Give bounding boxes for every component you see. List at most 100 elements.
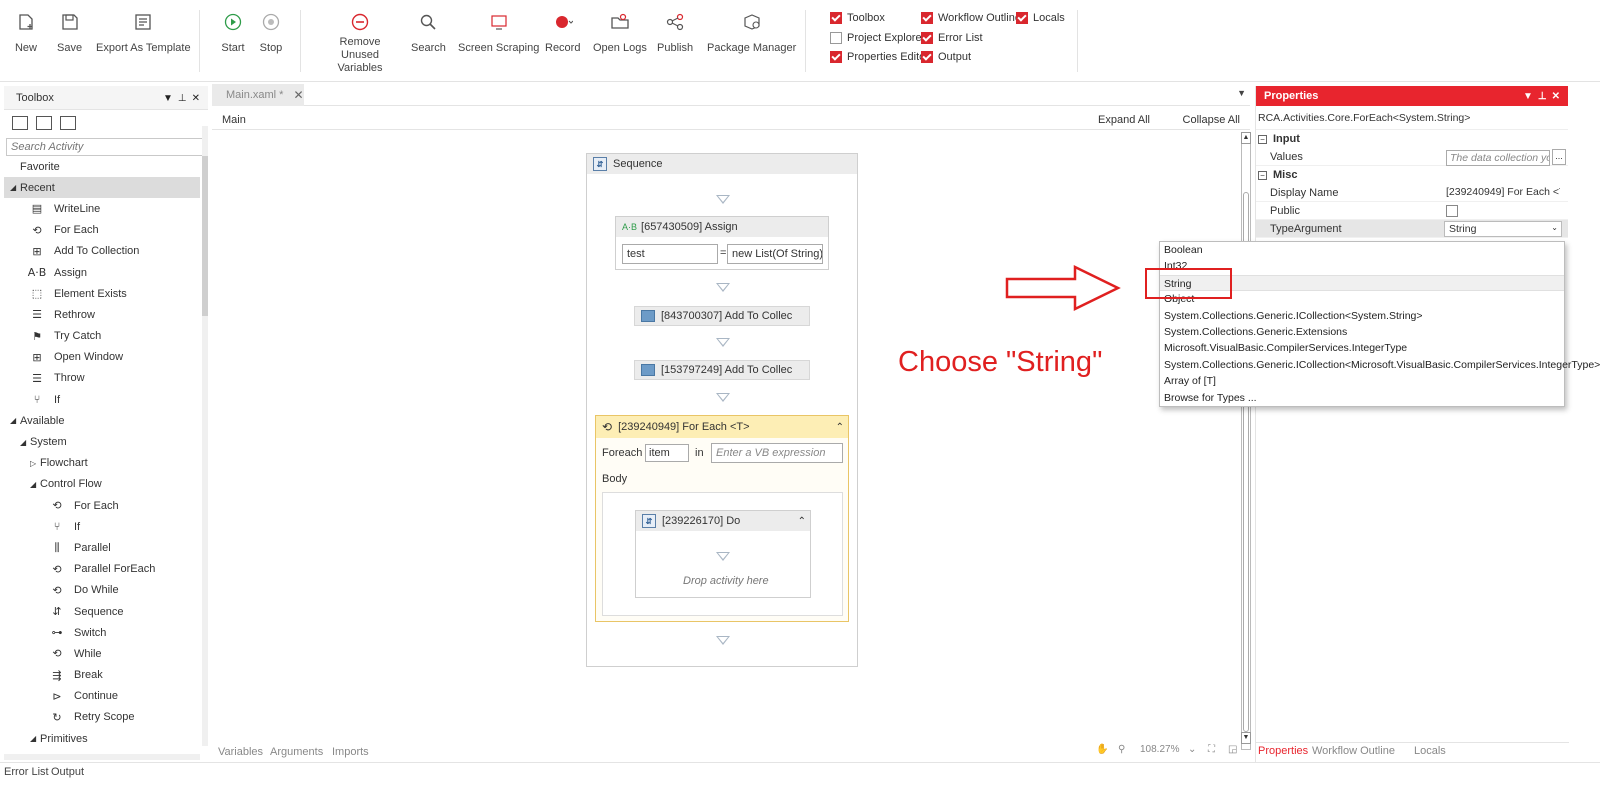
foreach-collection-field[interactable]: Enter a VB expression — [711, 443, 843, 463]
type-option[interactable]: Microsoft.VisualBasic.CompilerServices.I… — [1160, 340, 1564, 356]
toolbox-item[interactable]: ◢ Available — [4, 410, 200, 431]
input-category[interactable]: − Input — [1256, 130, 1568, 148]
zoom-level[interactable]: 108.27% — [1140, 744, 1179, 755]
collapse-all-link[interactable]: Collapse All — [1183, 114, 1240, 126]
type-option[interactable]: Browse for Types ... — [1160, 390, 1564, 406]
dropdown-icon[interactable]: ▼ — [1523, 91, 1533, 102]
toolbox-item[interactable]: ⑂ If — [4, 516, 200, 537]
collapse-arrow-icon[interactable]: ◢ — [20, 438, 30, 447]
breadcrumb[interactable]: Main — [222, 114, 246, 126]
list-view-icon[interactable] — [60, 116, 76, 130]
error-list-toggle[interactable]: Error List — [921, 32, 983, 44]
properties-tab[interactable]: Properties — [1258, 745, 1308, 757]
toolbox-item[interactable]: ⊶ Switch — [4, 622, 200, 643]
display-name-value[interactable]: [239240949] For Each <T> — [1446, 186, 1560, 202]
stop-button[interactable]: Stop — [259, 10, 283, 55]
toolbox-horizontal-scrollbar[interactable] — [4, 754, 200, 760]
toolbox-scrollbar[interactable] — [202, 126, 208, 746]
type-argument-select[interactable]: String ⌄ — [1444, 221, 1562, 237]
new-button[interactable]: New — [14, 10, 38, 55]
toolbox-item[interactable]: ◢ Recent — [4, 177, 200, 199]
type-option[interactable]: System.Collections.Generic.ICollection<M… — [1160, 357, 1600, 373]
open-logs-button[interactable]: Open Logs — [593, 10, 647, 55]
toolbox-item[interactable]: ◢ System — [4, 431, 200, 452]
start-button[interactable]: Start — [221, 10, 245, 55]
toolbox-item[interactable]: ⟲ Parallel ForEach — [4, 559, 200, 580]
toolbox-item[interactable]: ⚑ Try Catch — [4, 326, 200, 347]
expand-all-icon[interactable] — [12, 116, 28, 130]
pan-hand-icon[interactable]: ✋ — [1096, 744, 1108, 755]
canvas-scrollbar[interactable]: ▲ ▼ — [1240, 132, 1252, 752]
zoom-dropdown-icon[interactable]: ⌄ — [1188, 744, 1196, 755]
toolbox-item[interactable]: ⫼ Parallel — [4, 537, 200, 558]
toolbox-toggle[interactable]: Toolbox — [830, 12, 885, 24]
publish-button[interactable]: Publish — [657, 10, 693, 55]
toolbox-item[interactable]: ⟲ Do While — [4, 580, 200, 601]
drop-indicator-icon[interactable] — [716, 283, 730, 292]
fit-screen-icon[interactable]: ⛶ — [1208, 744, 1215, 755]
properties-editor-toggle[interactable]: Properties Editor — [830, 51, 929, 63]
drop-indicator-icon[interactable] — [716, 393, 730, 402]
expand-arrow-icon[interactable]: ▷ — [30, 459, 40, 468]
pin-icon[interactable]: ⊥ — [178, 93, 187, 104]
export-template-button[interactable]: Export As Template — [96, 10, 191, 55]
variables-tab[interactable]: Variables — [218, 746, 263, 758]
record-button[interactable]: Record — [545, 10, 580, 55]
toolbox-item[interactable]: ⊞ Add To Collection — [4, 241, 200, 262]
output-tab[interactable]: Output — [51, 766, 84, 778]
toolbox-item[interactable]: ◢ Primitives — [4, 728, 200, 746]
collapse-all-icon[interactable] — [36, 116, 52, 130]
toolbox-item[interactable]: ↻ Retry Scope — [4, 707, 200, 728]
collapse-icon[interactable]: ⌃ — [798, 516, 806, 527]
toolbox-search-input[interactable] — [6, 138, 206, 156]
toolbox-item[interactable]: ▤ WriteLine — [4, 198, 200, 219]
error-list-tab[interactable]: Error List — [4, 766, 49, 778]
close-icon[interactable]: ✕ — [1552, 91, 1560, 102]
drop-indicator-icon[interactable] — [716, 195, 730, 204]
drop-indicator-icon[interactable] — [716, 338, 730, 347]
expand-all-link[interactable]: Expand All — [1098, 114, 1150, 126]
toolbox-item[interactable]: ☰ Rethrow — [4, 304, 200, 325]
locals-toggle[interactable]: Locals — [1016, 12, 1065, 24]
locals-tab[interactable]: Locals — [1414, 745, 1446, 757]
browse-button[interactable]: ... — [1552, 149, 1566, 165]
toolbox-item[interactable]: ⟲ For Each — [4, 220, 200, 241]
toolbox-item[interactable]: ⟲ While — [4, 643, 200, 664]
collapse-arrow-icon[interactable]: ◢ — [30, 480, 40, 489]
collapse-icon[interactable]: ⌃ — [836, 422, 844, 433]
add-to-collection-activity[interactable]: [153797249] Add To Collec — [634, 360, 810, 380]
search-button[interactable]: Search — [411, 10, 446, 55]
toolbox-item[interactable]: Favorite — [4, 156, 200, 177]
zoom-icon[interactable]: ⚲ — [1118, 744, 1125, 755]
toolbox-item[interactable]: ◢ Control Flow — [4, 474, 200, 495]
assign-value-field[interactable]: new List(Of String) — [727, 244, 823, 264]
public-checkbox[interactable] — [1446, 205, 1458, 217]
toolbox-item[interactable]: ⊳ Continue — [4, 686, 200, 707]
collapse-icon[interactable]: − — [1258, 170, 1267, 180]
collapse-arrow-icon[interactable]: ◢ — [30, 734, 40, 743]
misc-category[interactable]: − Misc — [1256, 166, 1568, 184]
toolbox-item[interactable]: ▷ Flowchart — [4, 453, 200, 474]
package-manager-button[interactable]: Package Manager — [707, 10, 796, 55]
close-tab-icon[interactable]: ✕ — [293, 88, 303, 102]
type-option[interactable]: System.Collections.Generic.ICollection<S… — [1160, 308, 1564, 324]
workflow-outline-toggle[interactable]: Workflow Outline — [921, 12, 1021, 24]
imports-tab[interactable]: Imports — [332, 746, 369, 758]
drop-indicator-icon[interactable] — [716, 552, 730, 561]
project-explorer-toggle[interactable]: Project Explorer — [830, 32, 925, 44]
collapse-arrow-icon[interactable]: ◢ — [10, 183, 20, 192]
assign-activity[interactable]: A·B [657430509] Assign test = new List(O… — [615, 216, 829, 270]
toolbox-item[interactable]: ☰ Throw — [4, 368, 200, 389]
foreach-item-field[interactable]: item — [645, 444, 689, 462]
type-option[interactable]: Boolean — [1160, 242, 1564, 258]
screen-scraping-button[interactable]: Screen Scraping — [458, 10, 539, 55]
scroll-down-icon[interactable]: ▼ — [1241, 732, 1251, 744]
remove-unused-variables-button[interactable]: Remove Unused Variables — [322, 10, 398, 75]
drop-indicator-icon[interactable] — [716, 636, 730, 645]
toolbox-item[interactable]: ⇶ Break — [4, 665, 200, 686]
overview-icon[interactable]: ◲ — [1228, 744, 1237, 755]
save-button[interactable]: Save — [57, 10, 82, 55]
toolbox-item[interactable]: ⑂ If — [4, 389, 200, 410]
type-option[interactable]: System.Collections.Generic.Extensions — [1160, 324, 1564, 340]
close-icon[interactable]: ✕ — [192, 93, 200, 104]
